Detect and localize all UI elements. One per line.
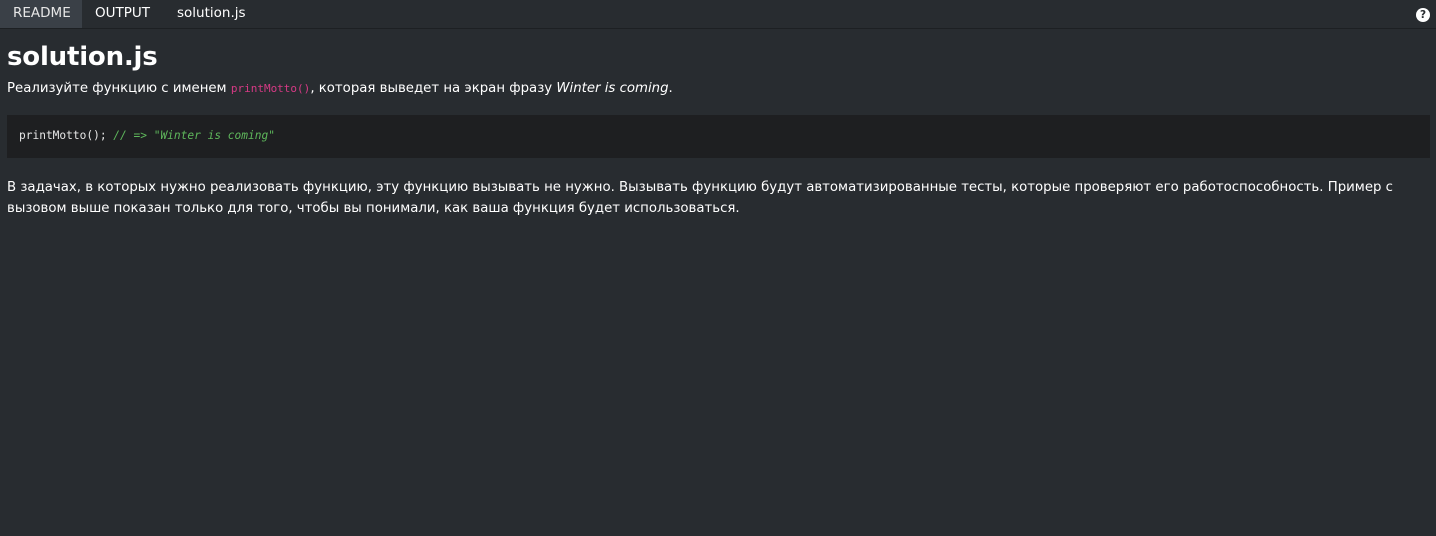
inline-code-function: printMotto() — [230, 82, 311, 95]
code-call: printMotto(); — [19, 129, 114, 142]
readme-content: solution.js Реализуйте функцию с именем … — [7, 29, 1430, 219]
tab-readme[interactable]: README — [0, 0, 82, 28]
intro-emphasis: Winter is coming — [556, 81, 669, 96]
intro-text-before: Реализуйте функцию с именем — [7, 81, 231, 96]
code-example-block: printMotto(); // => "Winter is coming" — [7, 115, 1430, 158]
tab-solution-js[interactable]: solution.js — [164, 0, 254, 28]
explanation-paragraph: В задачах, в которых нужно реализовать ф… — [7, 180, 1393, 216]
help-icon[interactable]: ? — [1416, 8, 1430, 22]
task-description: Реализуйте функцию с именем printMotto()… — [7, 79, 1429, 99]
tab-bar: README OUTPUT solution.js ? — [0, 0, 1436, 29]
page-title: solution.js — [7, 42, 158, 72]
intro-text-middle: , которая выведет на экран фразу — [310, 81, 557, 96]
intro-text-after: . — [668, 81, 673, 96]
code-comment: // => "Winter is coming" — [113, 129, 275, 142]
tab-output[interactable]: OUTPUT — [82, 0, 164, 28]
